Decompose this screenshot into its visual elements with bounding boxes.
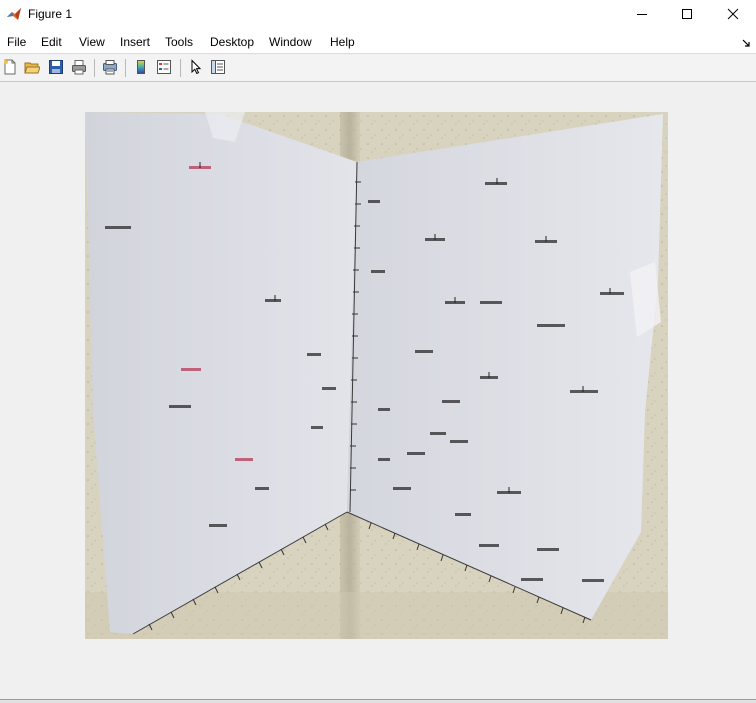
menu-insert[interactable]: Insert bbox=[120, 35, 150, 49]
minimize-button[interactable] bbox=[619, 0, 665, 28]
menu-file[interactable]: File bbox=[7, 35, 26, 49]
maximize-icon bbox=[681, 8, 693, 20]
save-icon bbox=[48, 59, 64, 78]
save-button[interactable] bbox=[46, 58, 66, 78]
new-figure-icon bbox=[2, 59, 18, 78]
property-editor-button[interactable] bbox=[208, 58, 228, 78]
figure-toolbar bbox=[0, 55, 756, 82]
photo-image[interactable] bbox=[85, 112, 668, 639]
print-preview-button[interactable] bbox=[100, 58, 120, 78]
menu-window[interactable]: Window bbox=[269, 35, 312, 49]
minimize-icon bbox=[636, 8, 648, 20]
print-icon bbox=[71, 59, 87, 78]
figure-canvas bbox=[0, 83, 756, 699]
legend-button[interactable] bbox=[154, 58, 174, 78]
toolbar-separator bbox=[94, 59, 95, 77]
legend-icon bbox=[156, 59, 172, 78]
close-icon bbox=[727, 8, 739, 20]
dock-arrow-icon[interactable] bbox=[742, 37, 751, 51]
print-button[interactable] bbox=[69, 58, 89, 78]
menu-view[interactable]: View bbox=[79, 35, 105, 49]
select-cursor-icon bbox=[188, 58, 204, 78]
window-bottom-edge bbox=[0, 699, 756, 703]
open-file-button[interactable] bbox=[22, 58, 42, 78]
toolbar-separator bbox=[180, 59, 181, 77]
toolbar-separator bbox=[125, 59, 126, 77]
edit-plot-button[interactable] bbox=[186, 58, 206, 78]
new-figure-button[interactable] bbox=[0, 58, 20, 78]
menu-desktop[interactable]: Desktop bbox=[210, 35, 254, 49]
menu-help[interactable]: Help bbox=[330, 35, 355, 49]
colorbar-button[interactable] bbox=[131, 58, 151, 78]
close-button[interactable] bbox=[710, 0, 756, 28]
window-title: Figure 1 bbox=[28, 7, 73, 21]
menu-tools[interactable]: Tools bbox=[165, 35, 193, 49]
open-file-icon bbox=[24, 59, 41, 78]
menu-bar: File Edit View Insert Tools Desktop Wind… bbox=[0, 30, 756, 54]
print-preview-icon bbox=[102, 59, 118, 78]
title-bar: Figure 1 bbox=[0, 0, 756, 30]
menu-edit[interactable]: Edit bbox=[41, 35, 62, 49]
property-editor-icon bbox=[210, 59, 226, 78]
matlab-logo-icon bbox=[6, 6, 22, 22]
maximize-button[interactable] bbox=[664, 0, 710, 28]
colorbar-icon bbox=[133, 59, 149, 78]
